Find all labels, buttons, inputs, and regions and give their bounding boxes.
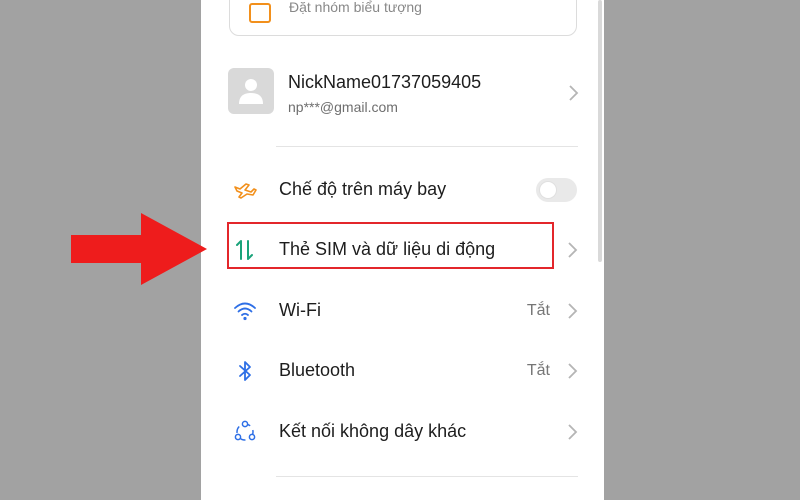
chevron-right-icon	[568, 424, 578, 440]
setting-label: Kết nối không dây khác	[279, 421, 467, 441]
wifi-status: Tắt	[526, 302, 550, 319]
setting-label: Bluetooth	[279, 360, 356, 380]
scrollbar[interactable]	[598, 0, 602, 262]
airplane-mode-toggle[interactable]	[536, 178, 577, 202]
bluetooth-status: Tắt	[526, 362, 550, 379]
icon-group-label: Đặt nhóm biểu tượng	[289, 0, 422, 15]
chevron-right-icon	[568, 363, 578, 379]
airplane-icon	[234, 183, 257, 199]
setting-bluetooth[interactable]: Bluetooth Tắt	[220, 344, 590, 398]
profile-name: NickName01737059405	[288, 72, 482, 92]
wifi-icon	[234, 302, 256, 321]
person-icon	[239, 79, 263, 104]
red-arrow-icon	[71, 213, 207, 285]
divider	[276, 476, 578, 477]
setting-label: Chế độ trên máy bay	[279, 179, 447, 199]
bluetooth-icon	[239, 361, 251, 381]
account-profile-row[interactable]: NickName01737059405 np***@gmail.com	[228, 68, 580, 118]
chevron-right-icon	[569, 85, 579, 101]
icon-group-card[interactable]: Đặt nhóm biểu tượng	[229, 0, 577, 36]
chevron-right-icon	[568, 242, 578, 258]
divider	[276, 146, 578, 147]
connections-icon	[234, 420, 256, 441]
chevron-right-icon	[568, 303, 578, 319]
setting-airplane-mode[interactable]: Chế độ trên máy bay	[220, 163, 590, 217]
profile-email: np***@gmail.com	[288, 99, 398, 115]
setting-label: Wi-Fi	[279, 300, 321, 320]
setting-other-connections[interactable]: Kết nối không dây khác	[220, 405, 590, 459]
image-icon	[249, 3, 271, 23]
toggle-knob	[540, 182, 556, 198]
highlight-box	[227, 222, 554, 269]
setting-wifi[interactable]: Wi-Fi Tắt	[220, 284, 590, 338]
avatar	[228, 68, 274, 114]
